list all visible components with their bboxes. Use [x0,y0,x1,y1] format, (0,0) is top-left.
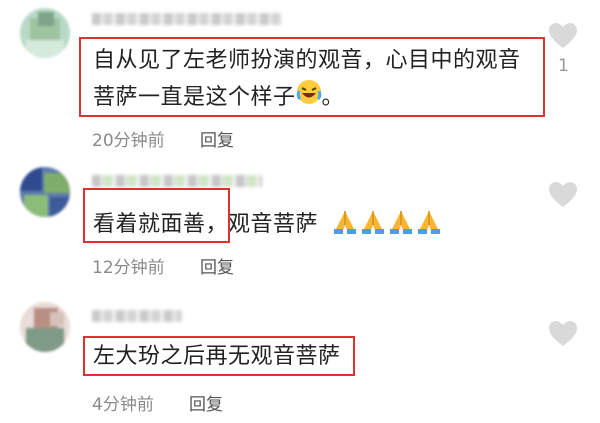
username-blurred[interactable] [92,175,262,187]
folded-hands-emoji-group [332,211,444,237]
folded-hands-emoji-icon [417,211,440,234]
folded-hands-emoji-icon [333,211,356,234]
reply-button[interactable]: 回复 [200,126,234,151]
highlight-box [79,37,545,117]
username-blurred[interactable] [92,310,182,322]
reply-button[interactable]: 回复 [200,253,234,278]
avatar[interactable] [20,302,70,352]
avatar[interactable] [20,8,70,58]
comment-2: 看着就面善，观音菩萨 12分钟前 回复 [0,165,600,285]
username-blurred[interactable] [92,13,282,25]
comment-text-rest: 观音菩萨 [228,212,319,237]
comment-time: 12分钟前 [92,258,165,278]
heart-icon[interactable] [548,320,578,347]
comment-1: 自从见了左老师扮演的观音，心目中的观音 菩萨一直是这个样子 。 20分钟前 回复… [0,0,600,151]
folded-hands-emoji-icon [361,211,384,234]
avatar[interactable] [20,167,70,217]
comment-3: 左大玢之后再无观音菩萨 4分钟前 回复 [0,300,600,423]
like-count: 1 [558,56,569,76]
heart-icon[interactable] [548,181,578,208]
comment-time: 20分钟前 [92,131,165,151]
highlight-box [83,188,230,243]
folded-hands-emoji-icon [389,211,412,234]
highlight-box [83,336,355,376]
reply-button[interactable]: 回复 [189,390,223,415]
heart-icon[interactable] [548,22,578,49]
comment-time: 4分钟前 [92,395,154,415]
